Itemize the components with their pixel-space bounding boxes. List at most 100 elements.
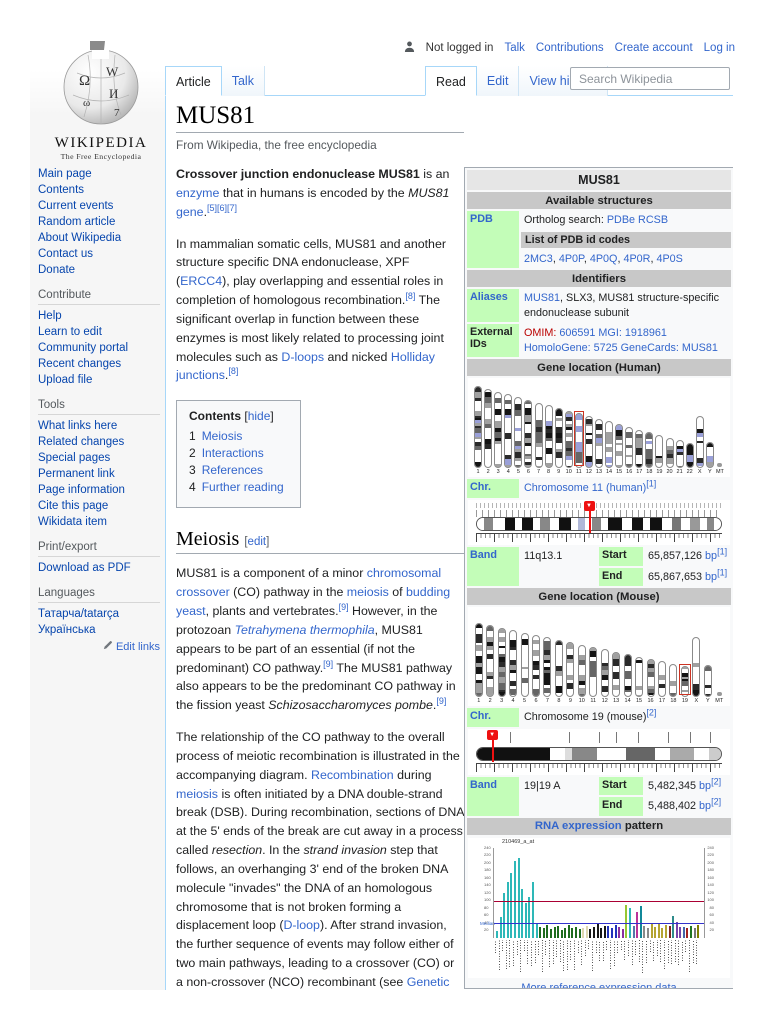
- wikipedia-logo[interactable]: Ω W И 7 ω WIKIPEDIA The Free Encyclopedi…: [42, 40, 160, 161]
- text-link[interactable]: 4P0S: [656, 253, 682, 265]
- text-link[interactable]: bp: [705, 550, 717, 562]
- text-link[interactable]: D-loop: [283, 918, 320, 932]
- sidebar-item: Main page: [38, 168, 160, 180]
- text-link[interactable]: bp: [699, 780, 711, 792]
- chr-label-mouse[interactable]: Chr.: [467, 708, 519, 727]
- paragraph: Crossover junction endonuclease MUS81 is…: [176, 167, 450, 219]
- contents-link-meiosis[interactable]: Meiosis: [202, 429, 243, 443]
- text-link[interactable]: [1]: [717, 546, 727, 556]
- text-link[interactable]: bp: [699, 800, 711, 812]
- sidebar-link-main-page[interactable]: Main page: [38, 168, 92, 180]
- text-link[interactable]: [2]: [711, 776, 721, 786]
- text-link[interactable]: Chromosome 11 (human): [524, 482, 646, 494]
- text-link[interactable]: 4P0Q: [590, 253, 618, 265]
- text-link[interactable]: MUS81: [682, 342, 718, 354]
- text-link[interactable]: RNA expression: [535, 820, 622, 832]
- sidebar-link-donate[interactable]: Donate: [38, 264, 75, 276]
- text-link[interactable]: RCSB: [638, 214, 668, 226]
- text-link[interactable]: [1]: [717, 567, 727, 577]
- band-label-mouse[interactable]: Band: [467, 776, 519, 816]
- sidebar-link-help[interactable]: Help: [38, 310, 62, 322]
- pdb-label[interactable]: PDB: [467, 211, 519, 269]
- chromosome-18: 18: [644, 432, 654, 475]
- search-input[interactable]: [570, 67, 730, 90]
- more-expression-link[interactable]: More reference expression data: [521, 982, 676, 988]
- sidebar-link-upload-file[interactable]: Upload file: [38, 374, 92, 386]
- edit-links-link[interactable]: Edit links: [116, 641, 160, 653]
- chromosome-bar: [625, 426, 634, 469]
- personal-link-log-in[interactable]: Log in: [704, 42, 735, 54]
- expression-bar: [654, 926, 657, 938]
- text-link[interactable]: [1]: [646, 479, 656, 489]
- text-link[interactable]: [5][6][7]: [207, 203, 237, 213]
- text-link[interactable]: D-loops: [281, 350, 324, 364]
- sidebar-link-special-pages[interactable]: Special pages: [38, 452, 110, 464]
- sidebar-link-українська[interactable]: Українська: [38, 624, 96, 636]
- toc-hide-link[interactable]: hide: [248, 409, 271, 423]
- text-link[interactable]: gene: [176, 205, 204, 219]
- text-link[interactable]: 2MC3: [524, 253, 553, 265]
- aliases-label[interactable]: Aliases: [467, 289, 519, 323]
- text-link[interactable]: GeneCards:: [621, 342, 679, 354]
- text-link[interactable]: [9]: [323, 658, 333, 668]
- text-link[interactable]: 4P0R: [623, 253, 650, 265]
- sidebar-link-download-as-pdf[interactable]: Download as PDF: [38, 562, 131, 574]
- text-link[interactable]: meiosis: [347, 585, 389, 599]
- text-link[interactable]: Genetic recombination: [176, 975, 450, 990]
- personal-link-talk[interactable]: Talk: [504, 42, 524, 54]
- text-link[interactable]: [8]: [405, 291, 415, 301]
- text-link[interactable]: enzyme: [176, 186, 219, 200]
- text-link[interactable]: OMIM:: [524, 327, 556, 339]
- text-link[interactable]: [2]: [646, 707, 656, 717]
- sidebar-link-permanent-link[interactable]: Permanent link: [38, 468, 115, 480]
- personal-link-contributions[interactable]: Contributions: [536, 42, 604, 54]
- text-link[interactable]: [8]: [228, 366, 238, 376]
- text-link[interactable]: 4P0P: [559, 253, 584, 265]
- text-link[interactable]: meiosis: [176, 787, 218, 801]
- contents-link-references[interactable]: References: [202, 463, 263, 477]
- tab-edit[interactable]: Edit: [476, 66, 520, 96]
- sidebar-link-cite-this-page[interactable]: Cite this page: [38, 500, 108, 512]
- text-link[interactable]: MGI:: [598, 327, 621, 339]
- sidebar-link-page-information[interactable]: Page information: [38, 484, 125, 496]
- band-label[interactable]: Band: [467, 546, 519, 587]
- y-tick: 240: [484, 844, 491, 850]
- text-link[interactable]: [9]: [339, 602, 349, 612]
- text-link[interactable]: PDBe: [607, 214, 635, 226]
- text-link[interactable]: Tetrahymena thermophila: [235, 623, 375, 637]
- text-link[interactable]: HomoloGene:: [524, 342, 591, 354]
- personal-link-create-account[interactable]: Create account: [615, 42, 693, 54]
- tab-read[interactable]: Read: [425, 66, 477, 96]
- sidebar-link-recent-changes[interactable]: Recent changes: [38, 358, 121, 370]
- chr-label[interactable]: Chr.: [467, 479, 519, 498]
- contents-link-further-reading[interactable]: Further reading: [202, 480, 284, 494]
- sidebar-link-wikidata-item[interactable]: Wikidata item: [38, 516, 107, 528]
- sidebar-link-contact-us[interactable]: Contact us: [38, 248, 93, 260]
- sidebar-link-related-changes[interactable]: Related changes: [38, 436, 124, 448]
- sidebar-link-learn-to-edit[interactable]: Learn to edit: [38, 326, 102, 338]
- sidebar-link-current-events[interactable]: Current events: [38, 200, 113, 212]
- sidebar-link-contents[interactable]: Contents: [38, 184, 84, 196]
- sidebar-link-about-wikipedia[interactable]: About Wikipedia: [38, 232, 121, 244]
- text-link[interactable]: [2]: [711, 797, 721, 807]
- sidebar-link-татарча-tatar-a[interactable]: Татарча/tatarça: [38, 608, 119, 620]
- location-marker-icon: ▼: [486, 729, 498, 740]
- text-link[interactable]: 1918961: [625, 327, 667, 339]
- expression-bar: [618, 926, 621, 938]
- edit-section-link[interactable]: edit: [248, 536, 267, 548]
- sidebar-link-what-links-here[interactable]: What links here: [38, 420, 117, 432]
- tab-talk[interactable]: Talk: [221, 66, 265, 96]
- text-link[interactable]: 5725: [594, 342, 618, 354]
- text-link[interactable]: chromosomal crossover: [176, 566, 441, 599]
- contents-link-interactions[interactable]: Interactions: [202, 446, 264, 460]
- text-link[interactable]: Recombination: [311, 768, 394, 782]
- text-link[interactable]: ERCC4: [180, 274, 222, 288]
- expression-bar: [625, 904, 628, 938]
- text-link[interactable]: bp: [705, 571, 717, 583]
- sidebar-link-random-article[interactable]: Random article: [38, 216, 115, 228]
- sidebar-link-community-portal[interactable]: Community portal: [38, 342, 128, 354]
- text-link[interactable]: 606591: [559, 327, 595, 339]
- text-link[interactable]: [9]: [436, 696, 446, 706]
- tab-article[interactable]: Article: [165, 66, 222, 96]
- text-link[interactable]: MUS81: [524, 292, 560, 304]
